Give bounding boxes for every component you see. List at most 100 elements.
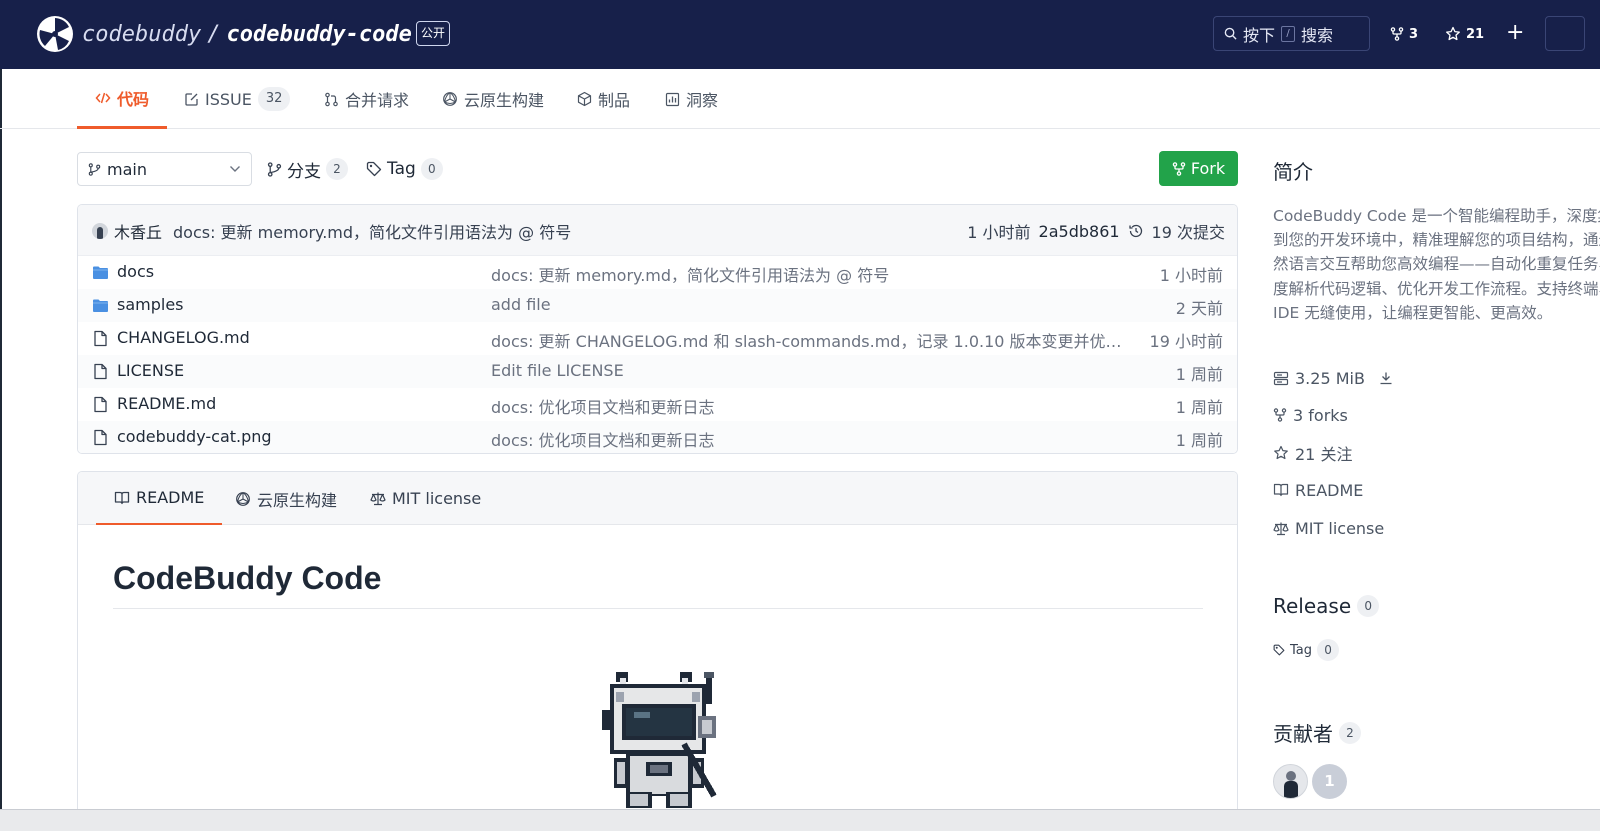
table-row[interactable]: codebuddy-cat.png docs: 优化项目文档和更新日志 1 周前	[78, 421, 1237, 453]
branch-selector[interactable]: main	[77, 152, 252, 186]
table-row[interactable]: CHANGELOG.md docs: 更新 CHANGELOG.md 和 sla…	[78, 322, 1237, 355]
table-row[interactable]: samples add file 2 天前	[78, 289, 1237, 322]
tab-issue[interactable]: ISSUE 32	[184, 69, 291, 129]
search-label: 搜索	[1301, 25, 1334, 45]
sidebar-forks-text: 3 forks	[1293, 405, 1348, 425]
about-title: 简介	[1273, 160, 1313, 184]
tab-readme[interactable]: README	[96, 472, 223, 525]
sidebar-tag-count: 0	[1317, 639, 1340, 661]
file-time: 2 天前	[1175, 299, 1223, 318]
scale-icon	[370, 491, 386, 506]
about-description: CodeBuddy Code 是一个智能编程助手，深度集成到您的开发环境中，精准…	[1273, 204, 1600, 350]
tab-readme-cloud-build[interactable]: 云原生构建	[235, 472, 337, 525]
header-stars[interactable]: 21	[1445, 22, 1484, 46]
avatar[interactable]	[92, 223, 108, 239]
sidebar-readme-text: README	[1295, 480, 1364, 500]
contributor-more-avatar[interactable]: 1	[1312, 764, 1347, 799]
table-row[interactable]: README.md docs: 优化项目文档和更新日志 1 周前	[78, 388, 1237, 421]
repo-path-separator: /	[207, 21, 221, 47]
tab-code[interactable]: 代码	[77, 69, 168, 129]
sidebar-forks[interactable]: 3 forks	[1273, 403, 1348, 427]
search-icon	[1224, 27, 1237, 40]
folder-icon	[92, 264, 109, 281]
download-icon[interactable]	[1379, 371, 1393, 385]
sidebar-tag-label: Tag	[1290, 642, 1313, 658]
commit-message[interactable]: docs: 更新 memory.md，简化文件引用语法为 @ 符号	[173, 219, 571, 243]
tab-cloud-build[interactable]: 云原生构建	[442, 69, 544, 129]
codebuddy-logo-icon[interactable]	[36, 15, 74, 53]
file-icon	[92, 396, 109, 413]
commit-author[interactable]: 木香丘	[114, 219, 162, 243]
fork-icon	[1172, 161, 1186, 176]
branches-link[interactable]: 分支 2	[267, 152, 348, 186]
table-row[interactable]: LICENSE Edit file LICENSE 1 周前	[78, 355, 1237, 388]
create-plus-icon[interactable]: +	[1506, 20, 1524, 46]
tags-label: Tag	[387, 159, 416, 179]
readme-tabs: README 云原生构建 MIT license	[78, 472, 1237, 525]
tab-license[interactable]: MIT license	[370, 472, 481, 525]
file-commit-message[interactable]: Edit file LICENSE	[491, 361, 1131, 380]
tab-packages[interactable]: 制品	[577, 69, 630, 129]
tab-issue-label: ISSUE	[205, 89, 252, 109]
file-name[interactable]: codebuddy-cat.png	[117, 427, 272, 446]
release-title-text[interactable]: Release	[1273, 594, 1351, 618]
file-name[interactable]: samples	[117, 295, 184, 314]
file-commit-message[interactable]: docs: 优化项目文档和更新日志	[491, 427, 1131, 451]
chevron-down-icon	[229, 165, 241, 173]
tags-link[interactable]: Tag 0	[366, 152, 443, 186]
user-menu-button[interactable]	[1545, 16, 1585, 51]
contributors-title-text[interactable]: 贡献者	[1273, 718, 1333, 747]
release-count: 0	[1357, 595, 1380, 617]
file-commit-message[interactable]: docs: 更新 memory.md，简化文件引用语法为 @ 符号	[491, 262, 1131, 286]
header-forks-count: 3	[1409, 26, 1419, 42]
file-commit-message[interactable]: docs: 优化项目文档和更新日志	[491, 394, 1131, 418]
cloud-build-icon	[442, 91, 458, 107]
repo-tabs: 代码 ISSUE 32 合并请求 云原生构建 制品 洞察	[0, 69, 1600, 129]
tags-count: 0	[420, 158, 443, 180]
visibility-badge: 公开	[416, 21, 451, 46]
sidebar-license[interactable]: MIT license	[1273, 516, 1384, 540]
header-stars-count: 21	[1466, 26, 1485, 42]
commit-time: 1 小时前	[967, 223, 1031, 242]
tab-insights-label: 洞察	[686, 91, 719, 110]
repo-owner-link[interactable]: codebuddy	[82, 22, 201, 47]
tab-packages-label: 制品	[598, 91, 631, 110]
fork-button[interactable]: Fork	[1159, 151, 1238, 186]
file-commit-message[interactable]: add file	[491, 295, 1131, 314]
repo-size-text: 3.25 MiB	[1295, 368, 1365, 388]
fork-button-label: Fork	[1190, 159, 1226, 178]
code-icon	[95, 91, 111, 105]
history-icon	[1128, 223, 1144, 239]
file-name[interactable]: CHANGELOG.md	[117, 328, 250, 347]
cloud-build-icon	[235, 491, 251, 507]
tab-merge-requests[interactable]: 合并请求	[324, 69, 409, 129]
package-icon	[577, 91, 592, 107]
tab-readme-cloud-build-label: 云原生构建	[257, 490, 338, 510]
repo-name-link[interactable]: codebuddy-code	[226, 22, 411, 47]
commit-sha[interactable]: 2a5db861	[1039, 222, 1120, 241]
search-shortcut-key: /	[1281, 25, 1296, 42]
header-forks[interactable]: 3	[1390, 22, 1418, 46]
tab-insights[interactable]: 洞察	[665, 69, 718, 129]
scale-icon	[1273, 521, 1289, 536]
branch-icon	[88, 162, 101, 176]
top-navigation-bar: codebuddy / codebuddy-code 公开 按下 / 搜索 3 …	[0, 0, 1600, 69]
tab-cloud-build-label: 云原生构建	[464, 91, 545, 110]
file-name[interactable]: README.md	[117, 394, 216, 413]
table-row[interactable]: docs docs: 更新 memory.md，简化文件引用语法为 @ 符号 1…	[78, 256, 1237, 289]
file-name[interactable]: LICENSE	[117, 361, 184, 380]
sidebar-readme[interactable]: README	[1273, 478, 1363, 502]
tab-merge-requests-label: 合并请求	[345, 91, 410, 110]
repo-size[interactable]: 3.25 MiB	[1273, 366, 1393, 390]
search-button[interactable]: 按下 / 搜索	[1213, 16, 1370, 51]
file-icon	[92, 429, 109, 446]
file-name[interactable]: docs	[117, 262, 154, 281]
sidebar-tags-link[interactable]: Tag 0	[1273, 639, 1340, 661]
about-description-text: CodeBuddy Code 是一个智能编程助手，深度集成到您的开发环境中，精准…	[1273, 207, 1600, 322]
tag-icon	[366, 161, 382, 177]
commit-count[interactable]: 19 次提交	[1152, 219, 1225, 243]
branches-label: 分支	[287, 161, 321, 182]
file-commit-message[interactable]: docs: 更新 CHANGELOG.md 和 slash-commands.m…	[491, 328, 1131, 352]
sidebar-stars[interactable]: 21 关注	[1273, 441, 1352, 465]
avatar[interactable]	[1273, 764, 1308, 799]
